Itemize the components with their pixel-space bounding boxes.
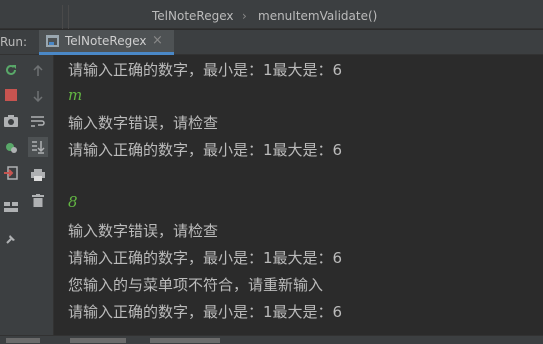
- bottom-tool-strip: [0, 335, 543, 344]
- console-line: 请输入正确的数字，最小是：1最大是：6: [68, 249, 343, 267]
- stop-icon[interactable]: [3, 87, 19, 103]
- down-arrow-icon[interactable]: [30, 88, 46, 104]
- run-config-tab[interactable]: TelNoteRegex ×: [39, 30, 174, 55]
- pin-icon[interactable]: [3, 231, 19, 247]
- breadcrumb-method[interactable]: menuItemValidate(): [258, 9, 377, 23]
- trash-icon[interactable]: [30, 192, 46, 208]
- layout-icon[interactable]: [3, 199, 19, 215]
- tool-strip-item[interactable]: [150, 338, 220, 343]
- console-line: 请输入正确的数字，最小是：1最大是：6: [68, 61, 343, 79]
- console-line: 输入数字错误，请检查: [68, 114, 219, 132]
- console-line: 请输入正确的数字，最小是：1最大是：6: [68, 303, 343, 321]
- print-icon[interactable]: [30, 167, 46, 183]
- camera-icon[interactable]: [3, 113, 19, 129]
- debug-settings-icon[interactable]: [3, 139, 19, 155]
- scroll-to-end-icon[interactable]: [28, 137, 48, 157]
- run-label: Run:: [0, 35, 28, 49]
- gutter-divider: [68, 5, 69, 29]
- exit-icon[interactable]: [3, 165, 19, 181]
- soft-wrap-icon[interactable]: [30, 114, 46, 130]
- run-tool-window-header: Run: TelNoteRegex ×: [0, 30, 543, 55]
- console-line: 您输入的与菜单项不符合，请重新输入: [68, 276, 324, 294]
- console-input-line: 8: [68, 193, 78, 211]
- rerun-icon[interactable]: [3, 62, 19, 78]
- console-line: 请输入正确的数字，最小是：1最大是：6: [68, 141, 343, 159]
- breadcrumb-separator: ›: [242, 9, 247, 23]
- console-output[interactable]: 请输入正确的数字，最小是：1最大是：6 m 输入数字错误，请检查 请输入正确的数…: [54, 55, 543, 335]
- run-left-toolbar: [0, 55, 22, 344]
- console-line: 输入数字错误，请检查: [68, 222, 219, 240]
- breadcrumb-class[interactable]: TelNoteRegex: [152, 9, 234, 23]
- up-arrow-icon[interactable]: [30, 63, 46, 79]
- breadcrumb: TelNoteRegex › menuItemValidate(): [0, 5, 543, 29]
- tool-strip-item[interactable]: [70, 338, 126, 343]
- run-tab-label: TelNoteRegex: [65, 34, 147, 48]
- close-icon[interactable]: ×: [152, 33, 163, 48]
- console-input-line: m: [68, 86, 83, 104]
- application-icon: [46, 35, 59, 47]
- tool-strip-item[interactable]: [6, 338, 40, 343]
- gutter-divider: [62, 5, 63, 29]
- run-console-toolbar: [22, 55, 54, 344]
